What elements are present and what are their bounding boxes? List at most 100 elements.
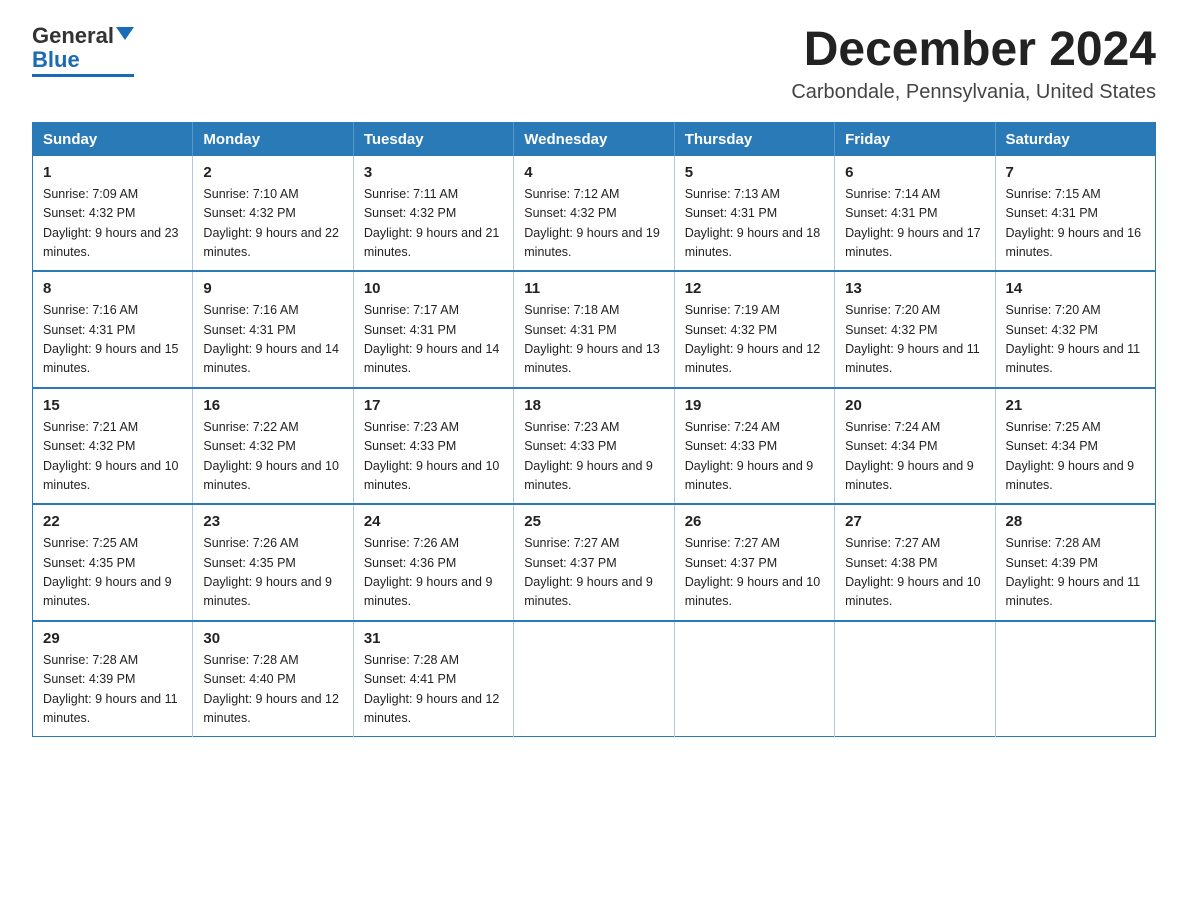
day-info: Sunrise: 7:23 AMSunset: 4:33 PMDaylight:… — [364, 420, 500, 492]
day-info: Sunrise: 7:14 AMSunset: 4:31 PMDaylight:… — [845, 187, 981, 259]
day-info: Sunrise: 7:17 AMSunset: 4:31 PMDaylight:… — [364, 303, 500, 375]
day-number: 17 — [364, 397, 503, 414]
day-info: Sunrise: 7:20 AMSunset: 4:32 PMDaylight:… — [845, 303, 980, 375]
calendar-table: SundayMondayTuesdayWednesdayThursdayFrid… — [32, 122, 1156, 738]
day-info: Sunrise: 7:25 AMSunset: 4:34 PMDaylight:… — [1006, 420, 1135, 492]
day-number: 9 — [203, 280, 342, 297]
day-number: 10 — [364, 280, 503, 297]
day-info: Sunrise: 7:16 AMSunset: 4:31 PMDaylight:… — [203, 303, 339, 375]
day-info: Sunrise: 7:26 AMSunset: 4:36 PMDaylight:… — [364, 536, 493, 608]
logo-text-blue: Blue — [32, 48, 80, 72]
calendar-title-area: December 2024 Carbondale, Pennsylvania, … — [791, 24, 1156, 104]
day-info: Sunrise: 7:26 AMSunset: 4:35 PMDaylight:… — [203, 536, 332, 608]
day-info: Sunrise: 7:22 AMSunset: 4:32 PMDaylight:… — [203, 420, 339, 492]
weekday-header: Sunday — [33, 122, 193, 156]
day-info: Sunrise: 7:18 AMSunset: 4:31 PMDaylight:… — [524, 303, 660, 375]
page-header: General Blue December 2024 Carbondale, P… — [32, 24, 1156, 104]
day-number: 8 — [43, 280, 182, 297]
day-number: 22 — [43, 513, 182, 530]
calendar-day-cell: 4 Sunrise: 7:12 AMSunset: 4:32 PMDayligh… — [514, 156, 674, 272]
day-number: 7 — [1006, 164, 1145, 181]
day-number: 29 — [43, 630, 182, 647]
day-info: Sunrise: 7:21 AMSunset: 4:32 PMDaylight:… — [43, 420, 179, 492]
day-info: Sunrise: 7:09 AMSunset: 4:32 PMDaylight:… — [43, 187, 179, 259]
day-number: 4 — [524, 164, 663, 181]
day-number: 30 — [203, 630, 342, 647]
day-info: Sunrise: 7:23 AMSunset: 4:33 PMDaylight:… — [524, 420, 653, 492]
calendar-day-cell: 6 Sunrise: 7:14 AMSunset: 4:31 PMDayligh… — [835, 156, 995, 272]
day-number: 28 — [1006, 513, 1145, 530]
calendar-day-cell: 18 Sunrise: 7:23 AMSunset: 4:33 PMDaylig… — [514, 388, 674, 505]
calendar-day-cell: 7 Sunrise: 7:15 AMSunset: 4:31 PMDayligh… — [995, 156, 1155, 272]
day-number: 31 — [364, 630, 503, 647]
day-number: 6 — [845, 164, 984, 181]
day-number: 1 — [43, 164, 182, 181]
calendar-day-cell: 25 Sunrise: 7:27 AMSunset: 4:37 PMDaylig… — [514, 504, 674, 621]
day-number: 23 — [203, 513, 342, 530]
calendar-day-cell: 9 Sunrise: 7:16 AMSunset: 4:31 PMDayligh… — [193, 271, 353, 388]
day-number: 11 — [524, 280, 663, 297]
calendar-day-cell: 23 Sunrise: 7:26 AMSunset: 4:35 PMDaylig… — [193, 504, 353, 621]
day-info: Sunrise: 7:12 AMSunset: 4:32 PMDaylight:… — [524, 187, 660, 259]
day-info: Sunrise: 7:28 AMSunset: 4:39 PMDaylight:… — [1006, 536, 1141, 608]
day-number: 21 — [1006, 397, 1145, 414]
calendar-day-cell — [995, 621, 1155, 737]
day-info: Sunrise: 7:27 AMSunset: 4:37 PMDaylight:… — [524, 536, 653, 608]
month-title: December 2024 — [791, 24, 1156, 77]
day-info: Sunrise: 7:20 AMSunset: 4:32 PMDaylight:… — [1006, 303, 1141, 375]
day-number: 2 — [203, 164, 342, 181]
weekday-header: Friday — [835, 122, 995, 156]
calendar-day-cell: 2 Sunrise: 7:10 AMSunset: 4:32 PMDayligh… — [193, 156, 353, 272]
day-number: 15 — [43, 397, 182, 414]
day-number: 13 — [845, 280, 984, 297]
location-title: Carbondale, Pennsylvania, United States — [791, 81, 1156, 104]
calendar-week-row: 15 Sunrise: 7:21 AMSunset: 4:32 PMDaylig… — [33, 388, 1156, 505]
day-number: 19 — [685, 397, 824, 414]
day-number: 25 — [524, 513, 663, 530]
calendar-day-cell: 29 Sunrise: 7:28 AMSunset: 4:39 PMDaylig… — [33, 621, 193, 737]
calendar-day-cell: 30 Sunrise: 7:28 AMSunset: 4:40 PMDaylig… — [193, 621, 353, 737]
day-info: Sunrise: 7:28 AMSunset: 4:41 PMDaylight:… — [364, 653, 500, 725]
calendar-day-cell: 16 Sunrise: 7:22 AMSunset: 4:32 PMDaylig… — [193, 388, 353, 505]
calendar-week-row: 1 Sunrise: 7:09 AMSunset: 4:32 PMDayligh… — [33, 156, 1156, 272]
calendar-day-cell: 28 Sunrise: 7:28 AMSunset: 4:39 PMDaylig… — [995, 504, 1155, 621]
day-info: Sunrise: 7:19 AMSunset: 4:32 PMDaylight:… — [685, 303, 821, 375]
calendar-day-cell: 26 Sunrise: 7:27 AMSunset: 4:37 PMDaylig… — [674, 504, 834, 621]
day-number: 12 — [685, 280, 824, 297]
calendar-day-cell: 19 Sunrise: 7:24 AMSunset: 4:33 PMDaylig… — [674, 388, 834, 505]
day-number: 3 — [364, 164, 503, 181]
day-info: Sunrise: 7:25 AMSunset: 4:35 PMDaylight:… — [43, 536, 172, 608]
calendar-day-cell: 8 Sunrise: 7:16 AMSunset: 4:31 PMDayligh… — [33, 271, 193, 388]
calendar-day-cell — [674, 621, 834, 737]
day-info: Sunrise: 7:27 AMSunset: 4:37 PMDaylight:… — [685, 536, 821, 608]
calendar-week-row: 22 Sunrise: 7:25 AMSunset: 4:35 PMDaylig… — [33, 504, 1156, 621]
day-number: 14 — [1006, 280, 1145, 297]
day-number: 26 — [685, 513, 824, 530]
logo-text-general: General — [32, 24, 114, 48]
day-number: 20 — [845, 397, 984, 414]
logo-triangle-icon — [116, 27, 134, 40]
day-info: Sunrise: 7:13 AMSunset: 4:31 PMDaylight:… — [685, 187, 821, 259]
calendar-day-cell: 14 Sunrise: 7:20 AMSunset: 4:32 PMDaylig… — [995, 271, 1155, 388]
day-number: 24 — [364, 513, 503, 530]
day-info: Sunrise: 7:15 AMSunset: 4:31 PMDaylight:… — [1006, 187, 1142, 259]
calendar-day-cell: 31 Sunrise: 7:28 AMSunset: 4:41 PMDaylig… — [353, 621, 513, 737]
day-info: Sunrise: 7:27 AMSunset: 4:38 PMDaylight:… — [845, 536, 981, 608]
weekday-header: Wednesday — [514, 122, 674, 156]
calendar-day-cell: 21 Sunrise: 7:25 AMSunset: 4:34 PMDaylig… — [995, 388, 1155, 505]
day-number: 16 — [203, 397, 342, 414]
calendar-day-cell: 12 Sunrise: 7:19 AMSunset: 4:32 PMDaylig… — [674, 271, 834, 388]
day-info: Sunrise: 7:28 AMSunset: 4:39 PMDaylight:… — [43, 653, 178, 725]
calendar-day-cell: 3 Sunrise: 7:11 AMSunset: 4:32 PMDayligh… — [353, 156, 513, 272]
weekday-header: Thursday — [674, 122, 834, 156]
weekday-header: Tuesday — [353, 122, 513, 156]
day-info: Sunrise: 7:11 AMSunset: 4:32 PMDaylight:… — [364, 187, 500, 259]
calendar-day-cell: 22 Sunrise: 7:25 AMSunset: 4:35 PMDaylig… — [33, 504, 193, 621]
day-number: 27 — [845, 513, 984, 530]
calendar-day-cell: 20 Sunrise: 7:24 AMSunset: 4:34 PMDaylig… — [835, 388, 995, 505]
logo: General Blue — [32, 24, 134, 77]
weekday-header-row: SundayMondayTuesdayWednesdayThursdayFrid… — [33, 122, 1156, 156]
calendar-day-cell: 15 Sunrise: 7:21 AMSunset: 4:32 PMDaylig… — [33, 388, 193, 505]
calendar-day-cell: 24 Sunrise: 7:26 AMSunset: 4:36 PMDaylig… — [353, 504, 513, 621]
day-number: 5 — [685, 164, 824, 181]
